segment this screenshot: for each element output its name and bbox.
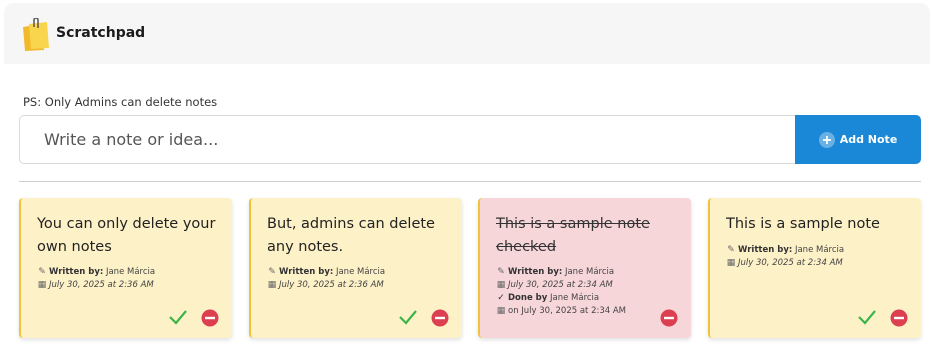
admin-notice: PS: Only Admins can delete notes: [23, 95, 218, 109]
delete-icon[interactable]: [890, 309, 908, 327]
check-icon[interactable]: [398, 308, 418, 326]
note-text: But, admins can delete any notes.: [267, 216, 435, 255]
note-text: This is a sample note checked: [496, 216, 650, 255]
plus-circle-icon: [818, 131, 835, 148]
note-composer: Add Note: [19, 115, 921, 164]
note-card: You can only delete your own notes ✎ Writ…: [19, 198, 232, 338]
note-date: ▦ July 30, 2025 at 2:36 AM: [37, 280, 154, 290]
note-date: ▦ July 30, 2025 at 2:36 AM: [267, 280, 384, 290]
note-date: ▦ July 30, 2025 at 2:34 AM: [496, 280, 613, 290]
calendar-icon: ▦: [496, 306, 506, 316]
add-note-button[interactable]: Add Note: [795, 115, 921, 164]
note-card: But, admins can delete any notes. ✎ Writt…: [249, 198, 462, 338]
note-text: You can only delete your own notes: [37, 216, 216, 255]
calendar-icon: ▦: [37, 280, 47, 290]
note-text: This is a sample note: [726, 216, 880, 232]
calendar-icon: ▦: [726, 258, 736, 268]
pencil-icon: ✎: [497, 267, 505, 277]
pencil-icon: ✎: [727, 245, 735, 255]
notepad-icon: [23, 18, 49, 51]
note-card: This is a sample note ✎ Written by: Jane …: [708, 198, 921, 338]
check-icon[interactable]: [857, 308, 877, 326]
check-icon[interactable]: [168, 308, 188, 326]
checkmark-icon: ✓: [497, 293, 505, 303]
note-author: ✎ Written by: Jane Márcia: [268, 267, 386, 277]
note-date: ▦ July 30, 2025 at 2:34 AM: [726, 258, 843, 268]
pencil-icon: ✎: [38, 267, 46, 277]
note-done-date: ▦ on July 30, 2025 at 2:34 AM: [496, 306, 627, 316]
calendar-icon: ▦: [496, 280, 506, 290]
app-header: Scratchpad: [4, 3, 930, 64]
delete-icon[interactable]: [201, 309, 219, 327]
pencil-icon: ✎: [268, 267, 276, 277]
note-author: ✎ Written by: Jane Márcia: [497, 267, 615, 277]
delete-icon[interactable]: [431, 309, 449, 327]
note-input[interactable]: [19, 115, 795, 164]
app-title: Scratchpad: [56, 25, 146, 41]
calendar-icon: ▦: [267, 280, 277, 290]
note-author: ✎ Written by: Jane Márcia: [38, 267, 156, 277]
divider: [19, 181, 921, 182]
note-author: ✎ Written by: Jane Márcia: [727, 245, 845, 255]
note-card-checked: This is a sample note checked ✎ Written b…: [478, 198, 691, 338]
add-note-label: Add Note: [839, 133, 898, 146]
delete-icon[interactable]: [660, 309, 678, 327]
note-done-by: ✓ Done by Jane Márcia: [497, 293, 600, 303]
